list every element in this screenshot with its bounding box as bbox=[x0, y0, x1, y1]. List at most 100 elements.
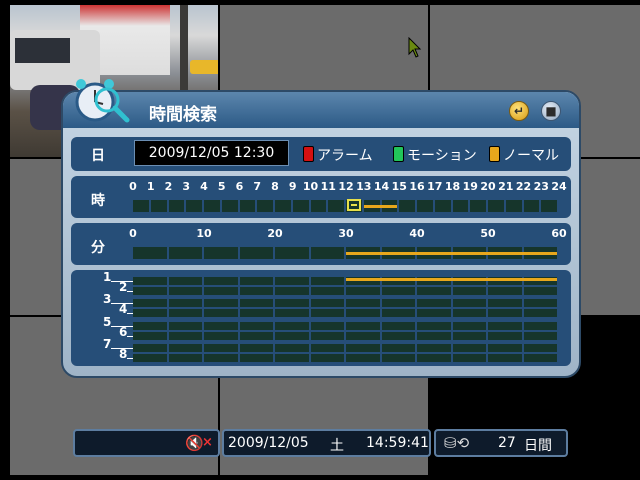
hour-segment[interactable] bbox=[328, 200, 344, 212]
channel-segment[interactable] bbox=[381, 322, 415, 330]
channel-segment[interactable] bbox=[168, 322, 202, 330]
hour-segment[interactable] bbox=[523, 200, 540, 212]
channel-segment[interactable] bbox=[310, 277, 344, 285]
channel-segment[interactable] bbox=[346, 287, 380, 295]
channel-segment[interactable] bbox=[381, 354, 415, 362]
channel-segment[interactable] bbox=[168, 299, 202, 307]
channel-segment[interactable] bbox=[168, 344, 202, 352]
minute-segment[interactable] bbox=[168, 247, 202, 259]
channel-segment[interactable] bbox=[133, 309, 167, 317]
channel-row[interactable] bbox=[133, 299, 557, 307]
channel-segment[interactable] bbox=[346, 299, 380, 307]
channel-segment[interactable] bbox=[523, 332, 557, 340]
channel-segment[interactable] bbox=[204, 277, 238, 285]
channel-segment[interactable] bbox=[488, 344, 522, 352]
channel-segment[interactable] bbox=[346, 309, 380, 317]
channel-segment[interactable] bbox=[452, 354, 486, 362]
channel-segment[interactable] bbox=[417, 354, 451, 362]
channel-segment[interactable] bbox=[381, 287, 415, 295]
channel-segment[interactable] bbox=[239, 309, 273, 317]
channel-segment[interactable] bbox=[346, 322, 380, 330]
hour-segment[interactable] bbox=[204, 200, 220, 212]
hour-segment[interactable] bbox=[186, 200, 202, 212]
channel-segment[interactable] bbox=[452, 309, 486, 317]
channel-segment[interactable] bbox=[452, 287, 486, 295]
channel-segment[interactable] bbox=[488, 287, 522, 295]
hour-segment[interactable] bbox=[221, 200, 238, 212]
channel-row[interactable] bbox=[133, 332, 557, 340]
minute-segment[interactable] bbox=[204, 247, 238, 259]
channel-segment[interactable] bbox=[275, 287, 309, 295]
hour-bar[interactable] bbox=[133, 200, 557, 212]
hour-segment[interactable] bbox=[505, 200, 522, 212]
channel-segment[interactable] bbox=[204, 299, 238, 307]
hour-segment[interactable] bbox=[399, 200, 415, 212]
channel-segment[interactable] bbox=[523, 299, 557, 307]
channel-row[interactable] bbox=[133, 322, 557, 330]
channel-segment[interactable] bbox=[523, 287, 557, 295]
channel-segment[interactable] bbox=[168, 309, 202, 317]
channel-segment[interactable] bbox=[310, 309, 344, 317]
channel-segment[interactable] bbox=[523, 309, 557, 317]
channel-segment[interactable] bbox=[417, 344, 451, 352]
channel-segment[interactable] bbox=[275, 322, 309, 330]
channel-segment[interactable] bbox=[346, 332, 380, 340]
channel-segment[interactable] bbox=[168, 354, 202, 362]
channel-segment[interactable] bbox=[523, 344, 557, 352]
channel-segment[interactable] bbox=[310, 332, 344, 340]
hour-segment[interactable] bbox=[275, 200, 291, 212]
hour-segment[interactable] bbox=[168, 200, 185, 212]
channel-row[interactable] bbox=[133, 344, 557, 352]
enter-button[interactable]: ↵ bbox=[509, 101, 529, 121]
hour-segment[interactable] bbox=[257, 200, 273, 212]
close-button[interactable]: ■ bbox=[541, 101, 561, 121]
channel-segment[interactable] bbox=[239, 277, 273, 285]
channel-segment[interactable] bbox=[346, 344, 380, 352]
channel-segment[interactable] bbox=[452, 322, 486, 330]
channel-segment[interactable] bbox=[488, 299, 522, 307]
hour-segment[interactable] bbox=[541, 200, 557, 212]
channel-segment[interactable] bbox=[417, 299, 451, 307]
channel-row[interactable] bbox=[133, 354, 557, 362]
channel-segment[interactable] bbox=[204, 354, 238, 362]
channel-segment[interactable] bbox=[275, 309, 309, 317]
channel-segment[interactable] bbox=[381, 299, 415, 307]
channel-segment[interactable] bbox=[452, 299, 486, 307]
date-field[interactable]: 2009/12/05 12:30 bbox=[134, 140, 289, 166]
channel-segment[interactable] bbox=[239, 332, 273, 340]
minute-segment[interactable] bbox=[133, 247, 167, 259]
hour-segment[interactable] bbox=[452, 200, 469, 212]
channel-segment[interactable] bbox=[381, 332, 415, 340]
minute-segment[interactable] bbox=[275, 247, 309, 259]
channel-segment[interactable] bbox=[310, 287, 344, 295]
channel-segment[interactable] bbox=[204, 344, 238, 352]
channel-segment[interactable] bbox=[133, 322, 167, 330]
channel-segment[interactable] bbox=[417, 322, 451, 330]
channel-segment[interactable] bbox=[381, 344, 415, 352]
hour-segment[interactable] bbox=[310, 200, 327, 212]
hour-segment[interactable] bbox=[292, 200, 309, 212]
channel-segment[interactable] bbox=[204, 332, 238, 340]
hour-segment[interactable] bbox=[417, 200, 433, 212]
channel-segment[interactable] bbox=[275, 332, 309, 340]
channel-segment[interactable] bbox=[168, 287, 202, 295]
channel-segment[interactable] bbox=[133, 287, 167, 295]
hour-segment[interactable] bbox=[434, 200, 451, 212]
hour-selection-marker[interactable] bbox=[347, 199, 361, 211]
hour-segment[interactable] bbox=[150, 200, 167, 212]
hour-segment[interactable] bbox=[488, 200, 504, 212]
minute-segment[interactable] bbox=[310, 247, 344, 259]
channel-segment[interactable] bbox=[239, 344, 273, 352]
status-audio[interactable]: 🔇 × bbox=[73, 429, 220, 457]
channel-segment[interactable] bbox=[168, 332, 202, 340]
channel-segment[interactable] bbox=[488, 332, 522, 340]
channel-segment[interactable] bbox=[310, 354, 344, 362]
channel-segment[interactable] bbox=[417, 309, 451, 317]
channel-segment[interactable] bbox=[310, 344, 344, 352]
channel-segment[interactable] bbox=[133, 332, 167, 340]
channel-row[interactable] bbox=[133, 287, 557, 295]
channel-segment[interactable] bbox=[239, 299, 273, 307]
minute-segment[interactable] bbox=[239, 247, 273, 259]
hour-segment[interactable] bbox=[133, 200, 149, 212]
channel-segment[interactable] bbox=[275, 277, 309, 285]
